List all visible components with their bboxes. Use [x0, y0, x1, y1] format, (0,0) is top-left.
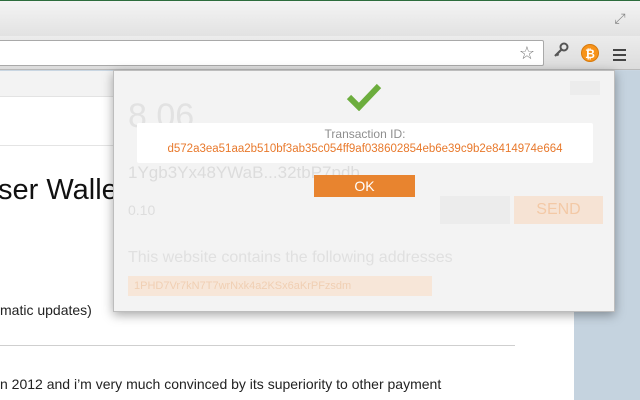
page-note: matic updates): [0, 302, 92, 318]
expand-icon[interactable]: ⤢: [612, 10, 628, 26]
window-titlebar: ⤢: [0, 0, 640, 36]
transaction-id[interactable]: d572a3ea51aa2b510bf3ab35c054ff9af0386028…: [137, 143, 593, 155]
divider: [0, 345, 515, 346]
transaction-label: Transaction ID:: [324, 127, 406, 141]
menu-icon[interactable]: [608, 42, 630, 64]
bitcoin-icon[interactable]: ₿: [579, 42, 601, 64]
checkmark-icon: [346, 83, 382, 111]
key-icon[interactable]: [550, 42, 572, 64]
faded-amount: 0.10: [128, 202, 156, 218]
faded-address-chip: 1PHD7Vr7kN7T7wrNxk4a2KSx6aKrPFzsdm: [128, 276, 432, 296]
faded-address-field: [440, 196, 510, 224]
page-paragraph: n 2012 and i’m very much convinced by it…: [0, 376, 442, 392]
star-icon[interactable]: ☆: [519, 43, 535, 63]
faded-send-row: 0.10 SEND: [128, 196, 603, 224]
faded-header-controls: [570, 81, 600, 95]
faded-send-button: SEND: [514, 196, 603, 224]
faded-website-text: This website contains the following addr…: [128, 249, 453, 266]
bitcoin-symbol: ₿: [581, 44, 599, 62]
browser-toolbar: ☆ ₿: [0, 36, 640, 70]
address-bar[interactable]: ☆: [0, 40, 544, 66]
ok-button[interactable]: OK: [314, 175, 415, 197]
transaction-box: Transaction ID: d572a3ea51aa2b510bf3ab35…: [137, 123, 593, 163]
page-title: ser Walle: [0, 174, 118, 206]
wallet-popup: 8.06 1Ygb3Yx48YWaB...32tbP7pdb 0.10 SEND…: [113, 70, 615, 312]
